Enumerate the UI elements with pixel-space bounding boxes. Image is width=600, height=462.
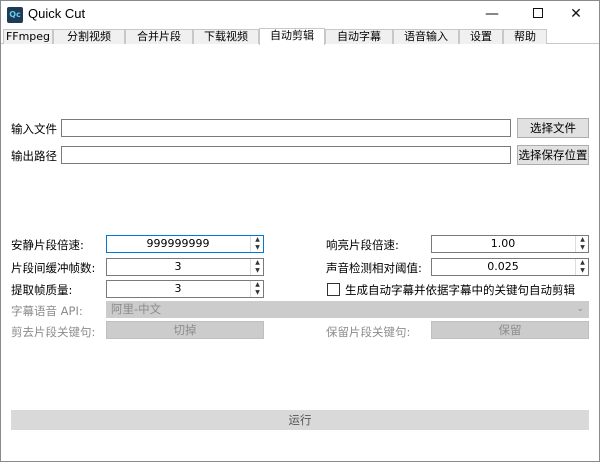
title-bar: Qc Quick Cut — ✕: [1, 1, 599, 28]
buffer-frames-spinbox[interactable]: 3 ▲ ▼: [106, 258, 264, 276]
silent-speed-value: 999999999: [146, 237, 210, 250]
tab-ffmpeg[interactable]: FFmpeg: [3, 29, 53, 44]
minimize-icon: —: [485, 6, 499, 22]
input-file-label: 输入文件: [11, 122, 57, 136]
tab-merge-clips[interactable]: 合并片段: [125, 29, 193, 44]
choose-file-button[interactable]: 选择文件: [517, 118, 589, 138]
silent-speed-stepper[interactable]: ▲ ▼: [250, 236, 263, 252]
spin-up-icon[interactable]: ▲: [576, 236, 589, 244]
maximize-icon: [533, 7, 543, 18]
spin-down-icon[interactable]: ▼: [576, 244, 589, 252]
auto-subtitle-checkbox-label[interactable]: 生成自动字幕并依据字幕中的关键句自动剪辑: [345, 282, 575, 298]
threshold-value: 0.025: [487, 260, 519, 273]
sounded-speed-stepper[interactable]: ▲ ▼: [575, 236, 588, 252]
chevron-down-icon: ⌄: [576, 304, 584, 314]
tab-bar: FFmpeg 分割视频 合并片段 下载视频 自动剪辑 自动字幕 语音输入 设置 …: [1, 28, 599, 45]
spin-down-icon[interactable]: ▼: [251, 244, 264, 252]
sounded-speed-spinbox[interactable]: 1.00 ▲ ▼: [431, 235, 589, 253]
threshold-spinbox[interactable]: 0.025 ▲ ▼: [431, 258, 589, 276]
buffer-frames-label: 片段间缓冲帧数:: [11, 261, 96, 275]
tab-settings[interactable]: 设置: [459, 29, 503, 44]
threshold-label: 声音检测相对阈值:: [326, 261, 422, 275]
silent-speed-spinbox[interactable]: 999999999 ▲ ▼: [106, 235, 264, 253]
buffer-frames-value: 3: [174, 260, 182, 273]
cut-keyword-field[interactable]: 切掉: [106, 321, 264, 339]
frame-quality-value: 3: [174, 282, 182, 295]
app-logo-icon: Qc: [7, 7, 23, 23]
silent-speed-label: 安静片段倍速:: [11, 238, 84, 252]
spin-up-icon[interactable]: ▲: [576, 259, 589, 267]
tab-help[interactable]: 帮助: [503, 29, 547, 44]
threshold-stepper[interactable]: ▲ ▼: [575, 259, 588, 275]
minimize-button[interactable]: —: [469, 1, 515, 28]
spin-down-icon[interactable]: ▼: [251, 267, 264, 275]
close-icon: ✕: [570, 6, 582, 22]
close-button[interactable]: ✕: [553, 1, 599, 28]
spin-down-icon[interactable]: ▼: [251, 289, 264, 297]
keep-keyword-field[interactable]: 保留: [431, 321, 589, 339]
frame-quality-stepper[interactable]: ▲ ▼: [250, 281, 263, 297]
sounded-speed-value: 1.00: [490, 237, 516, 250]
cut-keyword-label: 剪去片段关键句:: [11, 325, 96, 339]
spin-up-icon[interactable]: ▲: [251, 259, 264, 267]
spin-down-icon[interactable]: ▼: [576, 267, 589, 275]
auto-subtitle-checkbox[interactable]: [327, 283, 340, 296]
keep-keyword-label: 保留片段关键句:: [326, 325, 411, 339]
subtitle-api-select[interactable]: 阿里-中文 ⌄: [106, 301, 589, 318]
sounded-speed-label: 响亮片段倍速:: [326, 238, 399, 252]
input-file-field[interactable]: [61, 119, 511, 137]
spin-up-icon[interactable]: ▲: [251, 281, 264, 289]
output-path-field[interactable]: [61, 146, 511, 164]
tab-download-video[interactable]: 下载视频: [193, 29, 259, 44]
frame-quality-spinbox[interactable]: 3 ▲ ▼: [106, 280, 264, 298]
main-window: Qc Quick Cut — ✕ FFmpeg 分割视频 合并片段 下载视频 自…: [0, 0, 600, 462]
frame-quality-label: 提取帧质量:: [11, 283, 73, 297]
output-path-label: 输出路径: [11, 149, 57, 163]
tab-split-video[interactable]: 分割视频: [53, 29, 125, 44]
subtitle-api-value: 阿里-中文: [111, 302, 162, 316]
tab-auto-subtitle[interactable]: 自动字幕: [325, 29, 393, 44]
tab-voice-input[interactable]: 语音输入: [393, 29, 459, 44]
window-title: Quick Cut: [28, 6, 86, 21]
buffer-frames-stepper[interactable]: ▲ ▼: [250, 259, 263, 275]
subtitle-api-label: 字幕语音 API:: [11, 304, 83, 318]
spin-up-icon[interactable]: ▲: [251, 236, 264, 244]
tab-auto-edit[interactable]: 自动剪辑: [259, 28, 325, 45]
run-button[interactable]: 运行: [11, 410, 589, 430]
choose-save-location-button[interactable]: 选择保存位置: [517, 145, 589, 165]
